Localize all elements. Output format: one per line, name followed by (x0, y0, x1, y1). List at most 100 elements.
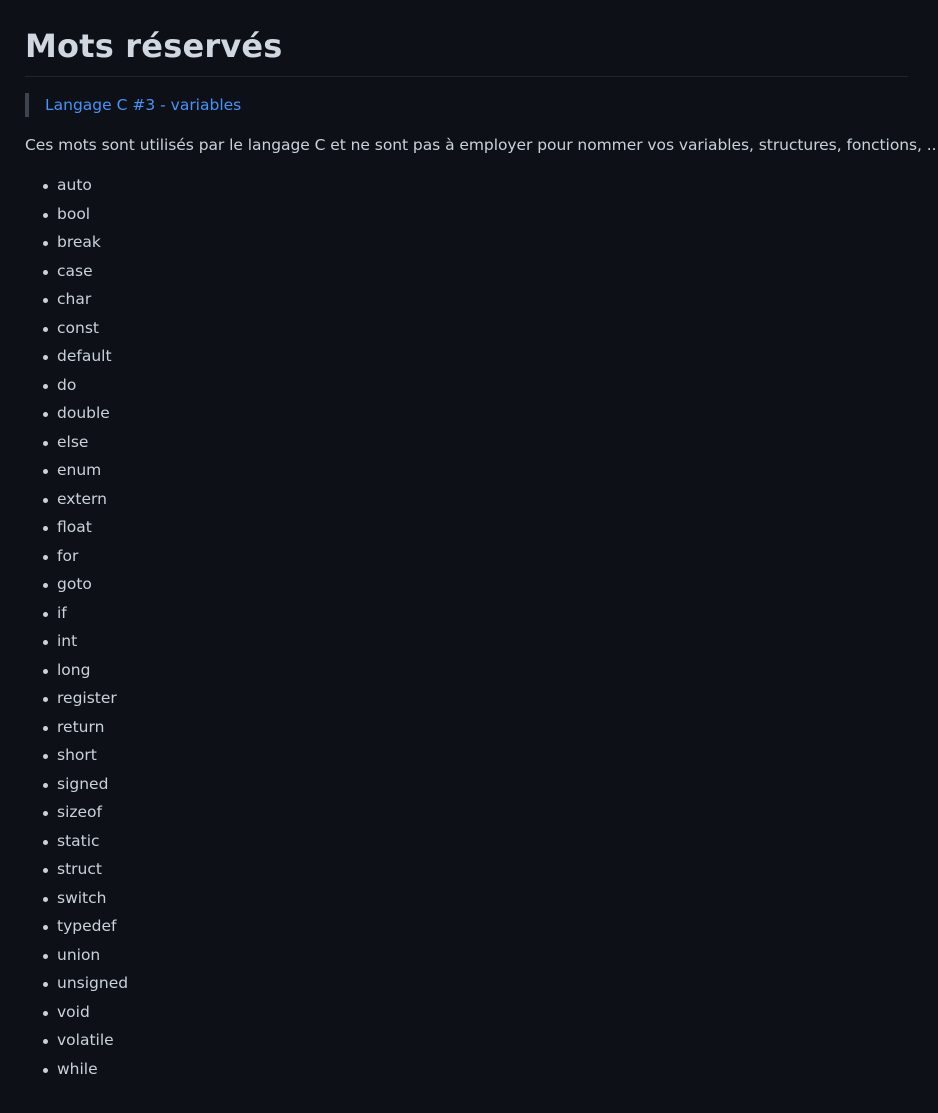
list-item: switch (25, 886, 908, 915)
list-item: int (25, 629, 908, 658)
bullet-icon (43, 697, 48, 702)
list-item: case (25, 259, 908, 288)
heading-divider (25, 76, 908, 77)
keyword-text: for (57, 546, 79, 565)
keyword-text: float (57, 518, 92, 536)
bullet-icon (43, 1067, 48, 1073)
bullet-icon (43, 497, 48, 503)
list-item: float (25, 515, 908, 544)
list-item: sizeof (25, 800, 908, 829)
bullet-icon (43, 241, 48, 246)
bullet-icon (43, 953, 48, 959)
keyword-text: long (57, 660, 91, 679)
list-item: unsigned (25, 971, 908, 1000)
list-item: const (25, 316, 908, 345)
keyword-text: auto (57, 176, 92, 194)
bullet-icon (43, 383, 48, 389)
keyword-text: do (57, 375, 77, 394)
keyword-text: default (57, 347, 112, 365)
bullet-icon (43, 269, 48, 275)
list-item: void (25, 1000, 908, 1029)
list-item: bool (25, 202, 908, 231)
list-item: do (25, 373, 908, 402)
list-item: for (25, 544, 908, 573)
bullet-icon (43, 298, 48, 303)
list-item: extern (25, 487, 908, 516)
list-item: return (25, 715, 908, 744)
keyword-text: void (57, 1002, 90, 1021)
list-item: char (25, 287, 908, 316)
keyword-text: unsigned (57, 974, 129, 992)
bullet-icon (43, 212, 48, 218)
keyword-text: struct (57, 860, 102, 878)
bullet-icon (43, 1010, 48, 1016)
list-item: short (25, 743, 908, 772)
bullet-icon (43, 184, 48, 189)
bullet-icon (43, 668, 48, 674)
keyword-text: else (57, 432, 89, 451)
list-item: static (25, 829, 908, 858)
list-item: break (25, 230, 908, 259)
list-item: default (25, 344, 908, 373)
bullet-icon (43, 868, 48, 873)
bullet-icon (43, 326, 48, 332)
bullet-icon (43, 925, 48, 930)
keyword-text: const (57, 318, 99, 337)
bullet-icon (43, 526, 48, 531)
keyword-text: if (57, 603, 67, 622)
keyword-text: return (57, 717, 105, 736)
bullet-icon (43, 754, 48, 759)
page-title: Mots réservés (25, 27, 283, 65)
keyword-text: int (57, 632, 78, 650)
document-page: Mots réservés Langage C #3 - variables C… (0, 0, 938, 1085)
intro-paragraph: Ces mots sont utilisés par le langage C … (25, 136, 938, 154)
keyword-text: signed (57, 774, 109, 793)
list-item: struct (25, 857, 908, 886)
bullet-icon (43, 640, 48, 645)
bullet-icon (43, 440, 48, 446)
keyword-text: register (57, 689, 117, 707)
keyword-text: typedef (57, 917, 117, 935)
list-item: register (25, 686, 908, 715)
bullet-icon (43, 355, 48, 360)
keyword-text: switch (57, 888, 107, 907)
list-item: else (25, 430, 908, 459)
keyword-text: extern (57, 489, 107, 508)
bullet-icon (43, 896, 48, 902)
list-item: while (25, 1057, 908, 1086)
keyword-text: static (57, 831, 100, 850)
keyword-text: union (57, 945, 101, 964)
list-item: typedef (25, 914, 908, 943)
bullet-icon (43, 611, 48, 617)
bullet-icon (43, 982, 48, 987)
bullet-icon (43, 811, 48, 816)
bullet-icon (43, 412, 48, 417)
list-item: volatile (25, 1028, 908, 1057)
keyword-text: break (57, 233, 101, 251)
bullet-icon (43, 782, 48, 788)
bullet-icon (43, 554, 48, 560)
keyword-text: short (57, 746, 97, 764)
list-item: union (25, 943, 908, 972)
keyword-text: case (57, 261, 93, 280)
bullet-icon (43, 583, 48, 588)
bullet-icon (43, 1039, 48, 1044)
list-item: double (25, 401, 908, 430)
list-item: goto (25, 572, 908, 601)
keyword-text: while (57, 1059, 98, 1078)
keyword-text: double (57, 404, 110, 422)
list-item: enum (25, 458, 908, 487)
list-item: signed (25, 772, 908, 801)
keyword-text: char (57, 290, 92, 308)
bullet-icon (43, 839, 48, 845)
keyword-text: sizeof (57, 803, 102, 821)
bullet-icon (43, 725, 48, 731)
blockquote: Langage C #3 - variables (25, 93, 908, 117)
keyword-text: enum (57, 461, 102, 479)
list-item: if (25, 601, 908, 630)
quote-link[interactable]: Langage C #3 - variables (45, 93, 241, 117)
list-item: long (25, 658, 908, 687)
keyword-list: auto bool break case char const default do doubl… (25, 173, 908, 1085)
keyword-text: volatile (57, 1031, 114, 1049)
keyword-text: bool (57, 204, 91, 223)
